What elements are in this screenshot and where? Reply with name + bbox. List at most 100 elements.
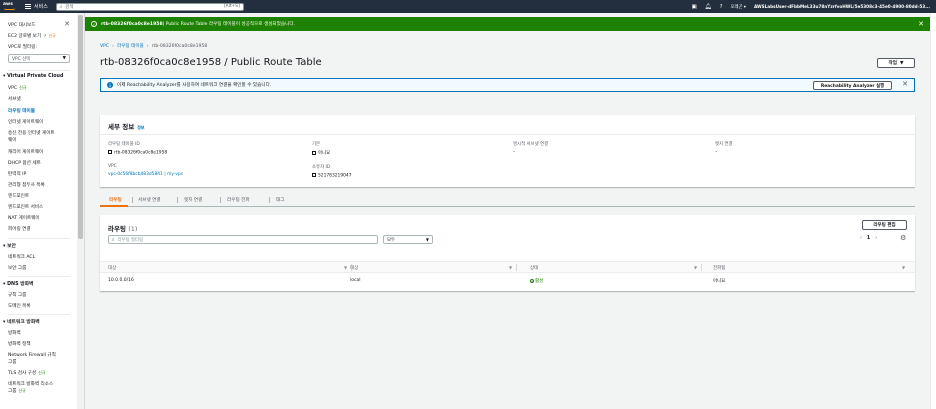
column-propagated[interactable]: 전파됨 — [713, 265, 725, 271]
breadcrumb-route-tables[interactable]: 라우팅 테이블 — [117, 44, 144, 49]
close-icon[interactable]: ✕ — [918, 20, 924, 28]
info-banner: i 이제 Reachability Analyzer를 사용하여 네트워크 연결… — [100, 78, 915, 92]
column-status[interactable]: 상태 — [530, 265, 538, 271]
sidebar-item-subnets[interactable]: 서브넷 — [8, 96, 21, 102]
tab-tags[interactable]: 태그 — [276, 197, 284, 203]
sidebar-item-firewalls[interactable]: 방화벽 — [8, 330, 21, 336]
copy-icon[interactable] — [108, 150, 112, 154]
sidebar-item-domain-lists[interactable]: 도메인 목록 — [8, 303, 31, 309]
help-icon[interactable]: ? — [720, 4, 723, 10]
sidebar-item-nat-gateways[interactable]: NAT 게이트웨이 — [8, 215, 40, 221]
column-target[interactable]: 대상 — [350, 265, 358, 271]
sidebar-item-nf-resource-groups[interactable]: 네트워크 방화벽 리소스 — [8, 381, 53, 387]
flash-message: | Public Route Table 라우팅 테이블이 성공적으로 생성되었… — [162, 22, 296, 27]
search-input[interactable]: ⌕ 검색 [Alt+S] — [55, 2, 244, 11]
sidebar-item-nf-rule-groups-cont[interactable]: 그룹 — [8, 359, 16, 365]
services-menu[interactable]: 서비스 — [34, 3, 48, 10]
field-edge-associations: 엣지 연결 – — [715, 141, 733, 155]
sidebar-item-peering-connections[interactable]: 피어링 연결 — [8, 226, 31, 232]
info-banner-text: 이제 Reachability Analyzer를 사용하여 네트워크 연결을 … — [117, 83, 272, 88]
close-icon[interactable]: ✕ — [64, 20, 70, 28]
edit-routes-button[interactable]: 라우팅 편집 — [862, 220, 907, 230]
vpc-link[interactable]: vpc-0c56f8bcb483d5841 | my-vpc — [108, 172, 183, 177]
section-security[interactable]: ▾ 보안 — [3, 242, 16, 249]
page-title: rtb-08326f0ca0c8e1958 / Public Route Tab… — [100, 57, 322, 68]
route-target: local — [350, 278, 361, 283]
sort-icon[interactable]: ▼ — [344, 265, 347, 270]
sidebar-item-nf-rule-groups[interactable]: Network Firewall 규칙 — [8, 352, 56, 358]
sort-icon[interactable]: ▼ — [509, 265, 512, 270]
sidebar-item-internet-gateways[interactable]: 인터넷 게이트웨이 — [8, 119, 43, 125]
account-menu[interactable]: AWSLabsUser-dFbbMeL33u78nYzrfvoHWL/5e530… — [754, 4, 930, 9]
sidebar-item-dhcp-option-sets[interactable]: DHCP 옵션 세트 — [8, 160, 41, 166]
close-icon[interactable]: ✕ — [902, 80, 908, 88]
filter-routes-input[interactable]: ⌕ 라우팅 필터링 — [108, 235, 378, 244]
copy-icon[interactable] — [312, 150, 316, 155]
sidebar-item-label: EC2 글로벌 보기 — [8, 34, 42, 39]
search-icon: ⌕ — [59, 4, 63, 10]
routes-count: (1) — [128, 225, 138, 233]
run-reachability-analyzer-button[interactable]: Reachability Analyzer 실행 — [813, 81, 892, 90]
sidebar-item-egress-only-gateways-cont[interactable]: 웨이 — [8, 137, 16, 143]
sort-icon[interactable]: ▼ — [902, 265, 905, 270]
sidebar-item-ec2-global-view[interactable]: EC2 글로벌 보기 ↗ 신규 — [8, 33, 56, 39]
aws-logo[interactable]: aws — [3, 2, 19, 11]
status-success-icon: ✓ — [530, 278, 534, 283]
tab-route-propagation[interactable]: 라우팅 전파 — [227, 197, 250, 203]
field-value: – — [513, 150, 516, 155]
region-selector[interactable]: 오레곤 ▾ — [731, 4, 746, 10]
breadcrumb-vpc[interactable]: VPC — [100, 44, 109, 49]
sidebar-item-endpoints[interactable]: 엔드포인트 — [8, 193, 29, 199]
sidebar-item-egress-only-gateways[interactable]: 송신 전용 인터넷 게이트 — [8, 130, 55, 136]
page-number[interactable]: 1 — [867, 236, 870, 241]
sort-icon[interactable]: ▼ — [694, 265, 697, 270]
tab-subnet-associations[interactable]: 서브넷 연결 — [138, 197, 161, 203]
sidebar-item-rule-groups[interactable]: 규칙 그룹 — [8, 292, 26, 298]
vpc-filter-select[interactable]: VPC 선택 ▼ — [8, 54, 70, 63]
sidebar-item-route-tables[interactable]: 라우팅 테이블 — [8, 108, 35, 114]
vpc-filter-value: VPC 선택 — [12, 57, 31, 62]
route-destination: 10.0.0.0/16 — [108, 278, 134, 283]
field-value: 521783219047 — [318, 173, 352, 179]
new-badge: 신규 — [19, 85, 27, 90]
sidebar-item-network-acls[interactable]: 네트워크 ACL — [8, 254, 35, 260]
sidebar-item-vpc[interactable]: VPC 신규 — [8, 85, 27, 91]
sidebar-item-carrier-gateways[interactable]: 캐리어 게이트웨이 — [8, 149, 43, 155]
sidebar-item-nf-resource-groups-cont[interactable]: 그룹 신규 — [8, 388, 26, 394]
sidebar: ✕ VPC 대시보드 EC2 글로벌 보기 ↗ 신규 VPC로 필터링: VPC 선… — [0, 13, 85, 409]
sidebar-item-prefix-lists[interactable]: 관리형 접두사 목록 — [8, 182, 45, 188]
field-main: 기본 아니요 — [312, 141, 330, 156]
sidebar-item-endpoint-services[interactable]: 엔드포인트 서비스 — [8, 204, 43, 210]
gear-icon[interactable]: ⚙ — [900, 234, 906, 242]
filter-select[interactable]: 모두 ▼ — [383, 235, 433, 244]
services-grid-icon[interactable] — [25, 3, 31, 10]
notifications-icon[interactable]: 🔔︎ — [705, 4, 712, 10]
section-network-firewall[interactable]: ▾ 네트워크 방화벽 — [3, 318, 40, 325]
tab-routes[interactable]: 라우팅 — [109, 197, 122, 203]
divider — [8, 70, 70, 71]
route-propagated: 아니요 — [713, 279, 726, 284]
sidebar-item-tls-inspection[interactable]: TLS 검사 구성 신규 — [8, 370, 45, 376]
cloudshell-icon[interactable]: ▣ — [691, 4, 696, 10]
tab-edge-associations[interactable]: 엣지 연결 — [184, 197, 202, 203]
section-label: Virtual Private Cloud — [7, 74, 64, 79]
field-vpc: VPC vpc-0c56f8bcb483d5841 | my-vpc — [108, 164, 183, 177]
section-label: 보안 — [7, 244, 16, 249]
sidebar-scrollbar[interactable] — [77, 13, 84, 409]
next-page-icon[interactable]: › — [875, 236, 877, 241]
previous-page-icon[interactable]: ‹ — [860, 236, 862, 241]
copy-icon[interactable] — [312, 173, 316, 177]
route-status-text: 활성 — [535, 279, 544, 284]
section-dns-firewall[interactable]: ▾ DNS 방화벽 — [3, 280, 33, 287]
info-link[interactable]: 정보 — [137, 125, 144, 130]
sidebar-item-firewall-policies[interactable]: 방화벽 정책 — [8, 341, 31, 347]
section-virtual-private-cloud[interactable]: ▾ Virtual Private Cloud — [3, 74, 63, 79]
column-destination[interactable]: 대상 — [108, 265, 116, 271]
sidebar-item-vpc-dashboard[interactable]: VPC 대시보드 — [8, 22, 36, 28]
success-flashbar: ✓ rtb-08326f0ca0c8e1958 | Public Route T… — [85, 17, 936, 31]
top-navigation: aws 서비스 ⌕ 검색 [Alt+S] ▣ 🔔︎ ? 오레곤 ▾ AWSLab… — [0, 0, 936, 13]
actions-button[interactable]: 작업 ▼ — [877, 58, 915, 68]
sidebar-item-security-groups[interactable]: 보안 그룹 — [8, 265, 26, 271]
sidebar-item-elastic-ips[interactable]: 탄력적 IP — [8, 171, 26, 177]
search-placeholder: 검색 — [65, 4, 74, 10]
